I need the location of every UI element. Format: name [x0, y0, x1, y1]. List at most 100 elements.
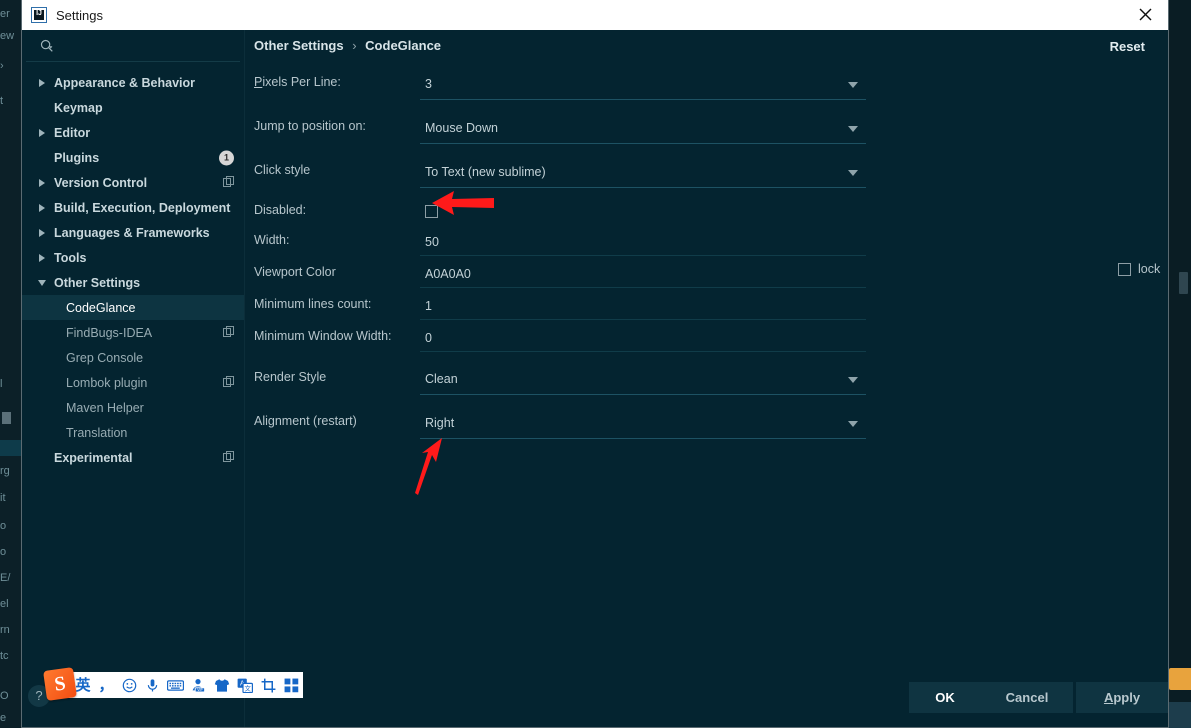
chevron-down-icon[interactable] [34, 280, 50, 286]
ime-user-center-icon[interactable]: VIP [191, 678, 207, 693]
minimum-window-width-value: 0 [425, 331, 432, 345]
lock-label[interactable]: lock [1138, 262, 1160, 276]
bg-fragment: er [0, 8, 10, 20]
background-window-left-edge: er ew › t l rg it o o E/ el rn tc O e [0, 0, 21, 728]
chevron-right-icon[interactable] [34, 229, 50, 237]
alignment-restart-select[interactable]: Right [420, 407, 866, 439]
project-scope-icon [223, 451, 234, 465]
chevron-down-icon[interactable] [848, 126, 858, 132]
minimum-lines-count-input[interactable]: 1 [420, 292, 866, 320]
ime-translate-icon[interactable]: A 文 [237, 678, 253, 693]
background-scrollbar-thumb[interactable] [1179, 272, 1188, 294]
bg-fragment: rn [0, 624, 10, 636]
field-row-pixels-per-line: Pixels Per Line: 3 [254, 68, 1168, 100]
reset-link[interactable]: Reset [1110, 39, 1145, 54]
sidebar-item-keymap[interactable]: Keymap [22, 95, 244, 120]
bg-fragment: ew [0, 30, 14, 42]
bg-fragment: t [0, 95, 3, 107]
background-window-right-edge: s [1169, 0, 1191, 728]
sidebar-item-label: Appearance & Behavior [54, 76, 195, 90]
sidebar-item-grep-console[interactable]: Grep Console [22, 345, 244, 370]
dialog-title: Settings [56, 8, 103, 23]
breadcrumb: Other Settings › CodeGlance [254, 38, 441, 53]
ime-emoji-icon[interactable] [121, 678, 137, 693]
sidebar-item-label: Experimental [54, 451, 133, 465]
jump-to-position-on-select[interactable]: Mouse Down [420, 112, 866, 144]
sidebar-item-label: Editor [54, 126, 90, 140]
lock-checkbox[interactable] [1118, 263, 1131, 276]
ime-toolbox-icon[interactable] [283, 678, 299, 693]
sidebar-item-maven-helper[interactable]: Maven Helper [22, 395, 244, 420]
viewport-color-value: A0A0A0 [425, 267, 471, 281]
apply-button[interactable]: Apply [1076, 682, 1168, 713]
sidebar-item-build-execution-deployment[interactable]: Build, Execution, Deployment [22, 195, 244, 220]
viewport-color-input[interactable]: A0A0A0 [420, 260, 866, 288]
disabled-checkbox[interactable] [425, 205, 438, 218]
dialog-titlebar: Settings [22, 0, 1168, 31]
sidebar-item-other-settings[interactable]: Other Settings [22, 270, 244, 295]
close-icon[interactable] [1122, 0, 1168, 29]
settings-dialog: Settings [21, 0, 1169, 728]
chevron-right-icon[interactable] [34, 129, 50, 137]
chevron-down-icon[interactable] [848, 170, 858, 176]
chevron-right-icon[interactable] [34, 254, 50, 262]
search-input[interactable] [60, 38, 234, 54]
chevron-right-icon[interactable] [34, 79, 50, 87]
minimum-lines-count-label: Minimum lines count: [254, 292, 420, 311]
ok-button[interactable]: OK [909, 682, 981, 713]
sidebar-item-label: Keymap [54, 101, 103, 115]
settings-main-panel: Other Settings › CodeGlance Reset Pixels… [245, 30, 1168, 727]
chevron-down-icon[interactable] [848, 82, 858, 88]
sidebar-item-experimental[interactable]: Experimental [22, 445, 244, 470]
click-style-select[interactable]: To Text (new sublime) [420, 156, 866, 188]
ime-screenshot-icon[interactable] [260, 678, 276, 693]
pixels-per-line-value: 3 [425, 77, 432, 91]
ime-punctuation-toggle[interactable]: ， [98, 676, 114, 694]
sidebar-item-translation[interactable]: Translation [22, 420, 244, 445]
minimum-window-width-label: Minimum Window Width: [254, 324, 420, 343]
sidebar-item-plugins[interactable]: Plugins 1 [22, 145, 244, 170]
field-row-viewport-color: Viewport Color A0A0A0 [254, 260, 1168, 288]
bg-fragment: › [0, 60, 4, 72]
sidebar-item-label: Grep Console [66, 351, 143, 365]
search-icon [40, 39, 54, 53]
bg-statusbar [1169, 702, 1191, 728]
minimum-window-width-input[interactable]: 0 [420, 324, 866, 352]
bg-fragment: el [0, 598, 9, 610]
intellij-idea-icon [31, 7, 47, 23]
sidebar-item-editor[interactable]: Editor [22, 120, 244, 145]
sidebar-item-languages-frameworks[interactable]: Languages & Frameworks [22, 220, 244, 245]
search-row [26, 30, 240, 62]
pixels-per-line-label: Pixels Per Line: [254, 68, 420, 89]
sidebar-item-version-control[interactable]: Version Control [22, 170, 244, 195]
sidebar-item-lombok-plugin[interactable]: Lombok plugin [22, 370, 244, 395]
chevron-down-icon[interactable] [848, 377, 858, 383]
sidebar-item-findbugs-idea[interactable]: FindBugs-IDEA [22, 320, 244, 345]
cancel-button[interactable]: Cancel [981, 682, 1073, 713]
plugins-update-badge: 1 [219, 150, 234, 165]
jump-to-position-on-value: Mouse Down [425, 121, 498, 135]
bg-fragment: O [0, 690, 9, 702]
sidebar-item-tools[interactable]: Tools [22, 245, 244, 270]
render-style-select[interactable]: Clean [420, 363, 866, 395]
disabled-label: Disabled: [254, 196, 420, 217]
field-row-render-style: Render Style Clean [254, 363, 1168, 395]
chevron-right-icon[interactable] [34, 204, 50, 212]
alignment-restart-value: Right [425, 416, 454, 430]
pixels-per-line-input[interactable]: 3 [420, 68, 866, 100]
sidebar-item-label: Translation [66, 426, 127, 440]
bg-fragment: tc [0, 650, 9, 662]
sidebar-item-codeglance[interactable]: CodeGlance [22, 295, 244, 320]
chevron-right-icon[interactable] [34, 179, 50, 187]
disabled-checkbox-row [420, 196, 866, 226]
width-label: Width: [254, 228, 420, 247]
width-input[interactable]: 50 [420, 228, 866, 256]
ime-language-toggle[interactable]: 英 [75, 676, 91, 694]
sidebar-item-appearance-behavior[interactable]: Appearance & Behavior [22, 70, 244, 95]
breadcrumb-parent[interactable]: Other Settings [254, 38, 344, 53]
ime-voice-input-icon[interactable] [144, 678, 160, 693]
ime-skin-icon[interactable] [214, 678, 230, 693]
ime-soft-keyboard-icon[interactable] [167, 679, 184, 692]
chevron-down-icon[interactable] [848, 421, 858, 427]
sogou-logo[interactable]: S [43, 667, 77, 701]
